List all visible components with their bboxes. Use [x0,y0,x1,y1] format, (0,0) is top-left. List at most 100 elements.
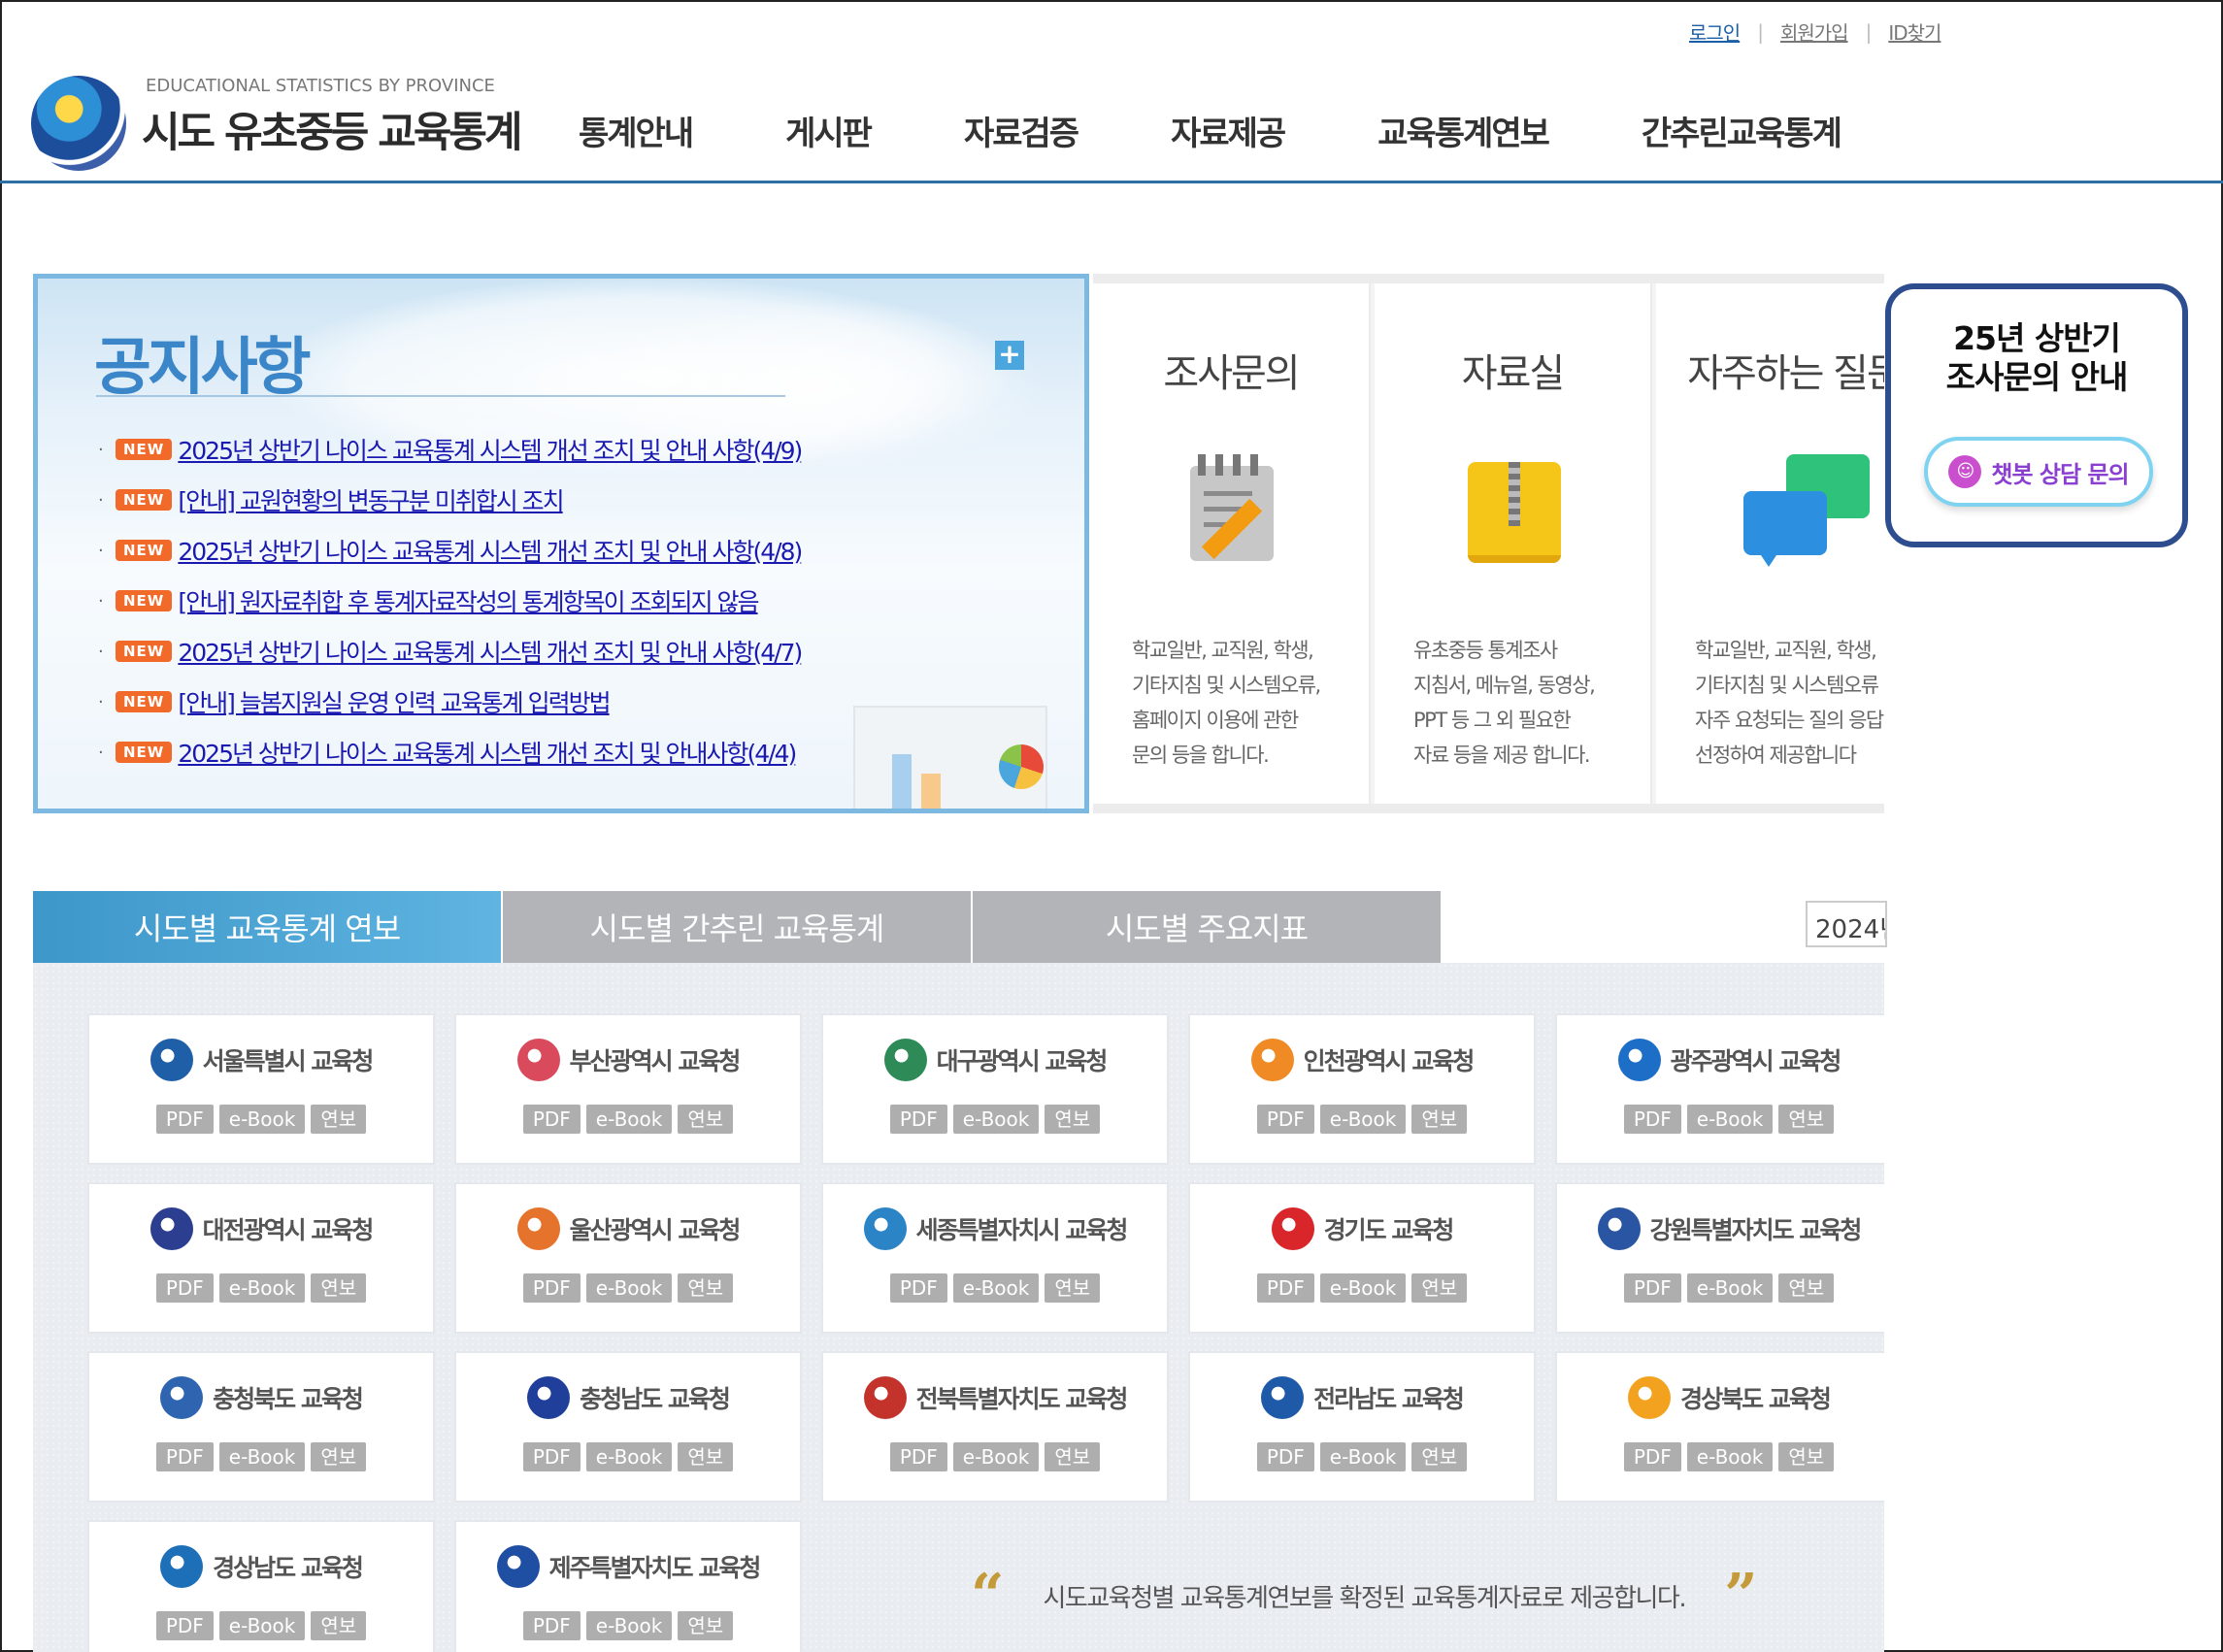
yearbook-button[interactable]: 연보 [1411,1442,1468,1471]
office-header[interactable]: 대전광역시 교육청 [89,1207,433,1250]
pdf-button[interactable]: PDF [155,1611,214,1640]
office-header[interactable]: 서울특별시 교육청 [89,1039,433,1081]
ebook-button[interactable]: e-Book [952,1273,1040,1303]
office-header[interactable]: 강원특별자치도 교육청 [1557,1207,1884,1250]
office-header[interactable]: 경기도 교육청 [1190,1207,1534,1250]
office-header[interactable]: 경상북도 교육청 [1557,1376,1884,1419]
ebook-button[interactable]: e-Book [1319,1273,1407,1303]
ebook-button[interactable]: e-Book [585,1105,673,1134]
yearbook-button[interactable]: 연보 [311,1105,367,1134]
quick-card-data-room[interactable]: 자료실 유초중등 통계조사 지침서, 메뉴얼, 동영상, PPT 등 그 외 필… [1375,283,1652,804]
ebook-button[interactable]: e-Book [952,1442,1040,1471]
pdf-button[interactable]: PDF [522,1273,581,1303]
nav-item-yearbook[interactable]: 교육통계연보 [1377,107,1550,154]
join-link[interactable]: 회원가입 [1780,17,1849,46]
pdf-button[interactable]: PDF [155,1273,214,1303]
ebook-button[interactable]: e-Book [1686,1105,1774,1134]
yearbook-button[interactable]: 연보 [1411,1105,1468,1134]
ebook-button[interactable]: e-Book [218,1273,306,1303]
yearbook-button[interactable]: 연보 [678,1273,734,1303]
notice-link[interactable]: [안내] 교원현황의 변동구분 미취합시 조치 [178,482,564,517]
quick-card-desc: 학교일반, 교직원, 학생, 기타지침 및 시스템오류 자주 요청되는 질의 응… [1695,633,1884,773]
pdf-button[interactable]: PDF [155,1442,214,1471]
nav-item-summary-stats[interactable]: 간추린교육통계 [1642,107,1842,154]
yearbook-button[interactable]: 연보 [678,1442,734,1471]
pdf-button[interactable]: PDF [889,1105,947,1134]
pdf-button[interactable]: PDF [889,1442,947,1471]
tab-province-yearbook[interactable]: 시도별 교육통계 연보 [33,891,501,975]
notice-more-button[interactable]: + [995,341,1024,370]
office-header[interactable]: 인천광역시 교육청 [1190,1039,1534,1081]
pdf-button[interactable]: PDF [1256,1273,1314,1303]
ebook-button[interactable]: e-Book [1319,1105,1407,1134]
pdf-button[interactable]: PDF [155,1105,214,1134]
ebook-button[interactable]: e-Book [218,1442,306,1471]
pdf-button[interactable]: PDF [522,1105,581,1134]
yearbook-button[interactable]: 연보 [1411,1273,1468,1303]
new-badge: NEW [116,590,173,611]
ebook-button[interactable]: e-Book [1686,1442,1774,1471]
yearbook-button[interactable]: 연보 [311,1611,367,1640]
site-logo[interactable]: EDUCATIONAL STATISTICS BY PROVINCE 시도 유초… [31,70,523,171]
notice-link[interactable]: 2025년 상반기 나이스 교육통계 시스템 개선 조치 및 안내 사항(4/8… [178,533,803,568]
quick-card-desc: 유초중등 통계조사 지침서, 메뉴얼, 동영상, PPT 등 그 외 필요한 자… [1413,633,1596,773]
quick-card-faq[interactable]: 자주하는 질문 학교일반, 교직원, 학생, 기타지침 및 시스템오류 자주 요… [1656,283,1884,804]
notice-link[interactable]: [안내] 원자료취합 후 통계자료작성의 통계항목이 조회되지 않음 [178,583,759,618]
chatbot-button[interactable]: ☺ 챗봇 상담 문의 [1924,437,2153,507]
nav-item-data-provide[interactable]: 자료제공 [1171,107,1286,154]
pdf-button[interactable]: PDF [1623,1442,1681,1471]
office-header[interactable]: 전북특별자치도 교육청 [823,1376,1167,1419]
notice-link[interactable]: 2025년 상반기 나이스 교육통계 시스템 개선 조치 및 안내 사항(4/9… [178,432,803,467]
office-header[interactable]: 전라남도 교육청 [1190,1376,1534,1419]
notice-link[interactable]: 2025년 상반기 나이스 교육통계 시스템 개선 조치 및 안내사항(4/4) [178,735,797,770]
office-header[interactable]: 충청남도 교육청 [456,1376,800,1419]
yearbook-button[interactable]: 연보 [1045,1105,1101,1134]
ebook-button[interactable]: e-Book [1319,1442,1407,1471]
pdf-button[interactable]: PDF [1256,1105,1314,1134]
pdf-button[interactable]: PDF [1623,1105,1681,1134]
tab-province-summary[interactable]: 시도별 간추린 교육통계 [503,891,971,963]
pdf-button[interactable]: PDF [889,1273,947,1303]
ebook-button[interactable]: e-Book [218,1611,306,1640]
year-select[interactable]: 2024년 [1806,901,1887,947]
nav-item-data-verify[interactable]: 자료검증 [964,107,1079,154]
office-emblem-icon [516,1207,560,1250]
pdf-button[interactable]: PDF [522,1611,581,1640]
pdf-button[interactable]: PDF [1623,1273,1681,1303]
notice-link[interactable]: [안내] 늘봄지원실 운영 인력 교육통계 입력방법 [178,684,611,719]
ebook-button[interactable]: e-Book [585,1611,673,1640]
ebook-button[interactable]: e-Book [952,1105,1040,1134]
yearbook-button[interactable]: 연보 [311,1273,367,1303]
office-header[interactable]: 부산광역시 교육청 [456,1039,800,1081]
ebook-button[interactable]: e-Book [585,1273,673,1303]
yearbook-button[interactable]: 연보 [311,1442,367,1471]
yearbook-button[interactable]: 연보 [1045,1442,1101,1471]
login-link[interactable]: 로그인 [1689,17,1741,46]
tab-province-indicators[interactable]: 시도별 주요지표 [973,891,1441,963]
office-header[interactable]: 세종특별자치시 교육청 [823,1207,1167,1250]
yearbook-button[interactable]: 연보 [678,1105,734,1134]
nav-item-stats-guide[interactable]: 통계안내 [579,107,694,154]
office-header[interactable]: 광주광역시 교육청 [1557,1039,1884,1081]
office-header[interactable]: 대구광역시 교육청 [823,1039,1167,1081]
bullet: · [98,439,104,460]
nav-item-board[interactable]: 게시판 [785,107,873,154]
office-name: 경상남도 교육청 [213,1554,364,1582]
ebook-button[interactable]: e-Book [1686,1273,1774,1303]
yearbook-button[interactable]: 연보 [1778,1273,1835,1303]
yearbook-button[interactable]: 연보 [678,1611,734,1640]
yearbook-button[interactable]: 연보 [1045,1273,1101,1303]
yearbook-button[interactable]: 연보 [1778,1442,1835,1471]
office-header[interactable]: 제주특별자치도 교육청 [456,1545,800,1588]
office-header[interactable]: 충청북도 교육청 [89,1376,433,1419]
office-header[interactable]: 울산광역시 교육청 [456,1207,800,1250]
ebook-button[interactable]: e-Book [218,1105,306,1134]
find-id-link[interactable]: ID찾기 [1888,17,1941,46]
notice-link[interactable]: 2025년 상반기 나이스 교육통계 시스템 개선 조치 및 안내 사항(4/7… [178,634,803,669]
yearbook-button[interactable]: 연보 [1778,1105,1835,1134]
quick-card-survey-inquiry[interactable]: 조사문의 학교일반, 교직원, 학생, 기타지침 및 시스템오류, 홈페이지 이… [1093,283,1371,804]
pdf-button[interactable]: PDF [522,1442,581,1471]
pdf-button[interactable]: PDF [1256,1442,1314,1471]
ebook-button[interactable]: e-Book [585,1442,673,1471]
office-header[interactable]: 경상남도 교육청 [89,1545,433,1588]
